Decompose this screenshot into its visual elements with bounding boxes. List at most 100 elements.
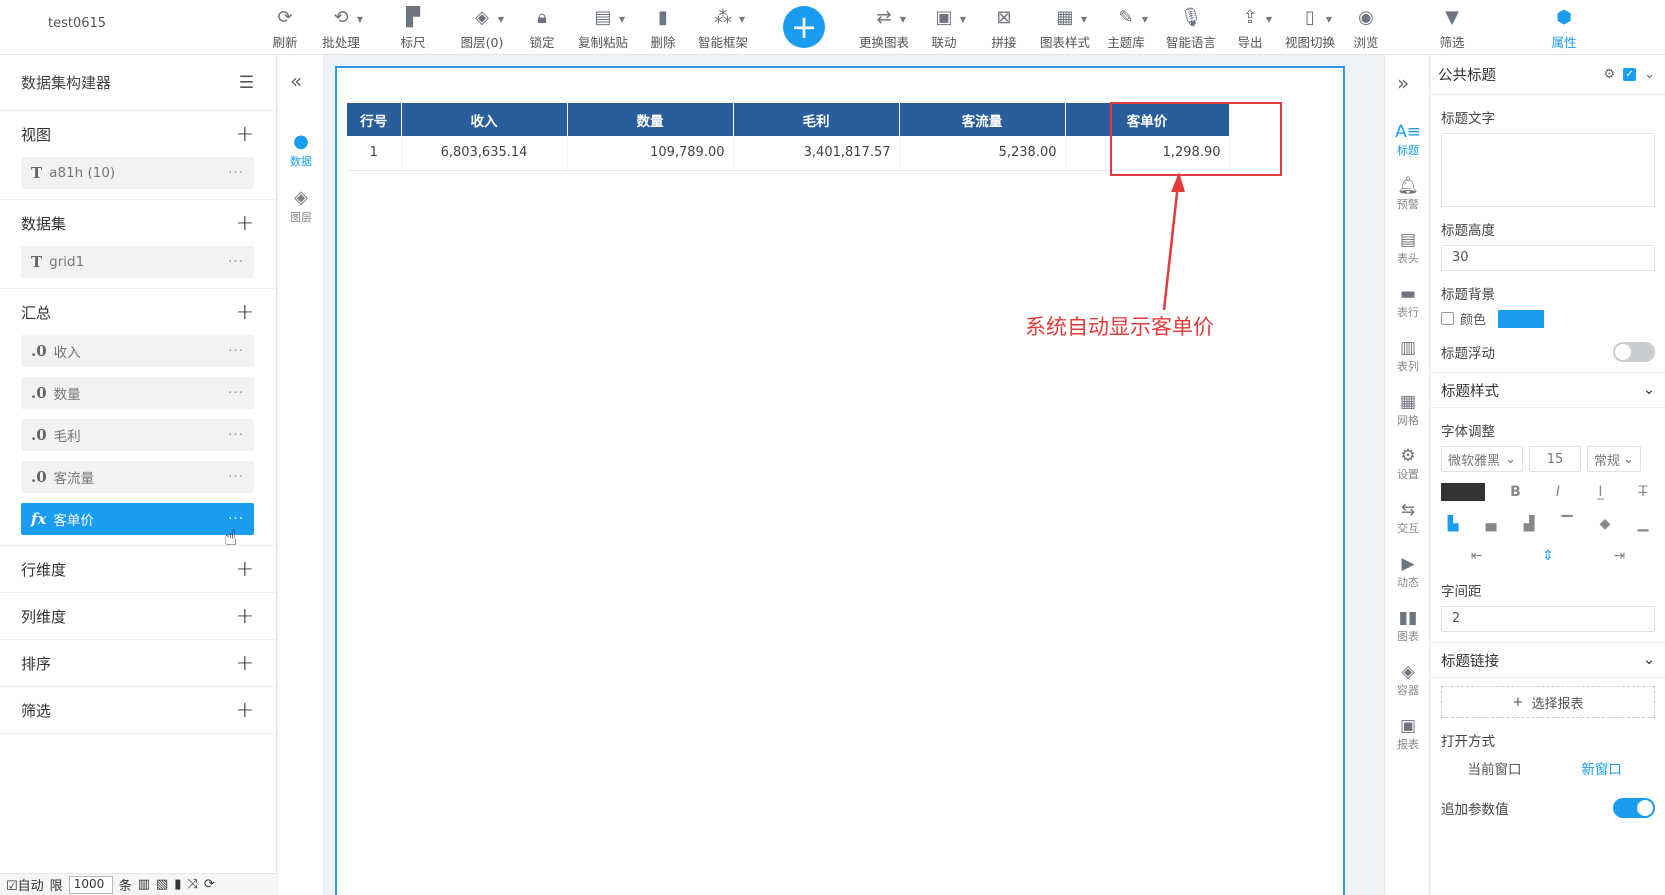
color-checkbox[interactable] bbox=[1441, 312, 1454, 325]
col-header-revenue[interactable]: 收入 bbox=[401, 103, 568, 136]
field-item[interactable]: .0 客流量 ··· bbox=[21, 461, 254, 493]
align-top-icon[interactable]: ▔ bbox=[1555, 516, 1579, 532]
chart-style-button[interactable]: ▦ ▼ 图表样式 bbox=[1034, 0, 1096, 55]
rnav-item-container[interactable]: ◈ 容器 bbox=[1385, 662, 1431, 698]
field-item[interactable]: .0 毛利 ··· bbox=[21, 419, 254, 451]
more-icon[interactable]: ··· bbox=[228, 427, 244, 443]
col-header-row-no[interactable]: 行号 bbox=[347, 103, 402, 136]
add-icon[interactable]: + bbox=[236, 300, 254, 325]
more-icon[interactable]: ··· bbox=[228, 343, 244, 359]
rnav-item-animation[interactable]: ▶ 动态 bbox=[1385, 554, 1431, 590]
table-row[interactable]: 1 6,803,635.14 109,789.00 3,401,817.57 5… bbox=[347, 136, 1230, 171]
strikethrough-icon[interactable]: T̶ bbox=[1631, 484, 1655, 500]
align-center-icon[interactable]: ⇕ bbox=[1536, 548, 1560, 564]
collapse-left-icon[interactable]: « bbox=[290, 69, 302, 93]
theme-button[interactable]: ✎ ▼ 主题库 bbox=[1096, 0, 1156, 55]
rnav-item-settings[interactable]: ⚙ 设置 bbox=[1385, 446, 1431, 482]
rnav-item-table-header[interactable]: ▤ 表头 bbox=[1385, 230, 1431, 266]
export-button[interactable]: ⇪ ▼ 导出 bbox=[1226, 0, 1274, 55]
rnav-item-grid[interactable]: ▦ 网格 bbox=[1385, 392, 1431, 428]
filter-button[interactable]: ▼ 筛选 bbox=[1386, 0, 1518, 55]
font-size-input[interactable]: 15 bbox=[1529, 446, 1581, 472]
field-item[interactable]: Tgrid1 ··· bbox=[21, 246, 254, 278]
delete-button[interactable]: ▮ 删除 bbox=[634, 0, 692, 55]
add-icon[interactable]: + bbox=[236, 604, 254, 629]
rnav-item-title[interactable]: A≡ 标题 bbox=[1385, 122, 1431, 158]
swap-chart-button[interactable]: ⇄ ▼ 更换图表 bbox=[854, 0, 914, 55]
col-header-traffic[interactable]: 客流量 bbox=[899, 103, 1066, 136]
field-item[interactable]: .0 数量 ··· bbox=[21, 377, 254, 409]
properties-button[interactable]: ⬢ 属性 bbox=[1518, 0, 1610, 55]
data-grid[interactable]: 行号 收入 数量 毛利 客流量 客单价 1 6,803,635.14 109,7… bbox=[347, 103, 1230, 171]
trash-icon[interactable]: ▮ bbox=[174, 877, 181, 892]
more-icon[interactable]: ··· bbox=[228, 385, 244, 401]
rnav-item-bar-chart[interactable]: ▮▮ 图表 bbox=[1385, 608, 1431, 644]
layers-button[interactable]: ◈ ▼ 图层(0) bbox=[452, 0, 512, 55]
bold-icon[interactable]: B bbox=[1504, 484, 1528, 500]
italic-icon[interactable]: I bbox=[1546, 484, 1570, 500]
rnav-item-report[interactable]: ▣ 报表 bbox=[1385, 716, 1431, 752]
shuffle-icon[interactable]: ⤨ bbox=[187, 877, 197, 892]
title-link-group[interactable]: 标题链接 ⌄ bbox=[1431, 642, 1665, 678]
align-middle-icon[interactable]: ◆ bbox=[1593, 516, 1617, 532]
gear-icon[interactable]: ⚙ bbox=[1603, 67, 1615, 82]
col-header-quantity[interactable]: 数量 bbox=[567, 103, 734, 136]
auto-checkbox[interactable]: ☑自动 bbox=[6, 875, 44, 894]
font-weight-select[interactable]: 常规 ⌄ bbox=[1587, 446, 1641, 472]
title-style-group[interactable]: 标题样式 ⌄ bbox=[1431, 372, 1665, 408]
limit-input[interactable]: 1000 bbox=[68, 875, 113, 894]
batch-button[interactable]: ⟲ ▼ 批处理 bbox=[308, 0, 374, 55]
align-left-icon[interactable]: ⇤ bbox=[1465, 548, 1489, 564]
field-item[interactable]: Ta81h (10) ··· bbox=[21, 157, 254, 189]
align-bottom-center-icon[interactable]: ▄ bbox=[1479, 516, 1503, 532]
list-menu-icon[interactable]: ☰ bbox=[239, 73, 254, 93]
font-family-select[interactable]: 微软雅黑 ⌄ bbox=[1441, 446, 1523, 472]
more-icon[interactable]: ··· bbox=[228, 165, 244, 181]
table-icon[interactable]: ▥ bbox=[138, 877, 150, 892]
align-bottom-right-icon[interactable]: ▟ bbox=[1517, 516, 1541, 532]
open-new-window-option[interactable]: 新窗口 bbox=[1548, 756, 1655, 784]
open-current-window-option[interactable]: 当前窗口 bbox=[1441, 756, 1548, 784]
underline-icon[interactable]: I̲ bbox=[1589, 484, 1613, 500]
expand-right-icon[interactable]: » bbox=[1397, 71, 1409, 95]
letter-spacing-input[interactable]: 2 bbox=[1441, 606, 1655, 632]
align-bottom-left-icon[interactable]: ▙ bbox=[1441, 516, 1465, 532]
nav-item-layer[interactable]: ◈ 图层 bbox=[278, 187, 324, 225]
color-swatch[interactable] bbox=[1498, 309, 1545, 328]
chevron-down-icon[interactable]: ⌄ bbox=[1644, 67, 1655, 82]
rnav-item-table-row[interactable]: ▬ 表行 bbox=[1385, 284, 1431, 320]
title-float-toggle[interactable] bbox=[1613, 342, 1655, 362]
more-icon[interactable]: ··· bbox=[228, 254, 244, 270]
rnav-item-bell[interactable]: 🔔︎ 预警 bbox=[1385, 176, 1431, 212]
more-icon[interactable]: ··· bbox=[228, 511, 244, 527]
rnav-item-interaction[interactable]: ⇆ 交互 bbox=[1385, 500, 1431, 536]
reload-icon[interactable]: ⟳ bbox=[204, 877, 215, 892]
align-right-icon[interactable]: ⇥ bbox=[1607, 548, 1631, 564]
select-report-button[interactable]: + 选择报表 bbox=[1441, 686, 1655, 718]
ruler-button[interactable]: ▛ 标尺 bbox=[374, 0, 452, 55]
splice-button[interactable]: ⊠ 拼接 bbox=[974, 0, 1034, 55]
add-icon[interactable]: + bbox=[236, 651, 254, 676]
more-icon[interactable]: ··· bbox=[228, 469, 244, 485]
append-param-toggle[interactable] bbox=[1613, 798, 1655, 818]
title-text-input[interactable] bbox=[1441, 133, 1655, 207]
nav-item-data[interactable]: ● 数据 bbox=[278, 131, 324, 169]
add-button[interactable]: + bbox=[754, 0, 854, 55]
view-switch-button[interactable]: ▯ ▼ 视图切换 bbox=[1274, 0, 1346, 55]
add-icon[interactable]: + bbox=[236, 122, 254, 147]
smart-voice-button[interactable]: 🎙︎ 智能语言 bbox=[1156, 0, 1226, 55]
link-button[interactable]: ▣ ▼ 联动 bbox=[914, 0, 974, 55]
refresh-button[interactable]: ⟳ 刷新 bbox=[262, 0, 308, 55]
rnav-item-table-column[interactable]: ▥ 表列 bbox=[1385, 338, 1431, 374]
add-icon[interactable]: + bbox=[236, 698, 254, 723]
add-icon[interactable]: + bbox=[236, 557, 254, 582]
report-canvas[interactable]: 行号 收入 数量 毛利 客流量 客单价 1 6,803,635.14 109,7… bbox=[335, 66, 1345, 895]
align-bottom-icon[interactable]: ▁ bbox=[1631, 516, 1655, 532]
enable-checkbox[interactable]: ✓ bbox=[1623, 68, 1637, 81]
field-item[interactable]: .0 收入 ··· bbox=[21, 335, 254, 367]
preview-button[interactable]: ◉ 浏览 bbox=[1346, 0, 1386, 55]
smart-frame-button[interactable]: ⁂ ▼ 智能框架 bbox=[692, 0, 754, 55]
col-header-gross-profit[interactable]: 毛利 bbox=[733, 103, 900, 136]
copy-paste-button[interactable]: ▤ ▼ 复制粘贴 bbox=[572, 0, 634, 55]
title-height-input[interactable]: 30 bbox=[1441, 245, 1655, 271]
